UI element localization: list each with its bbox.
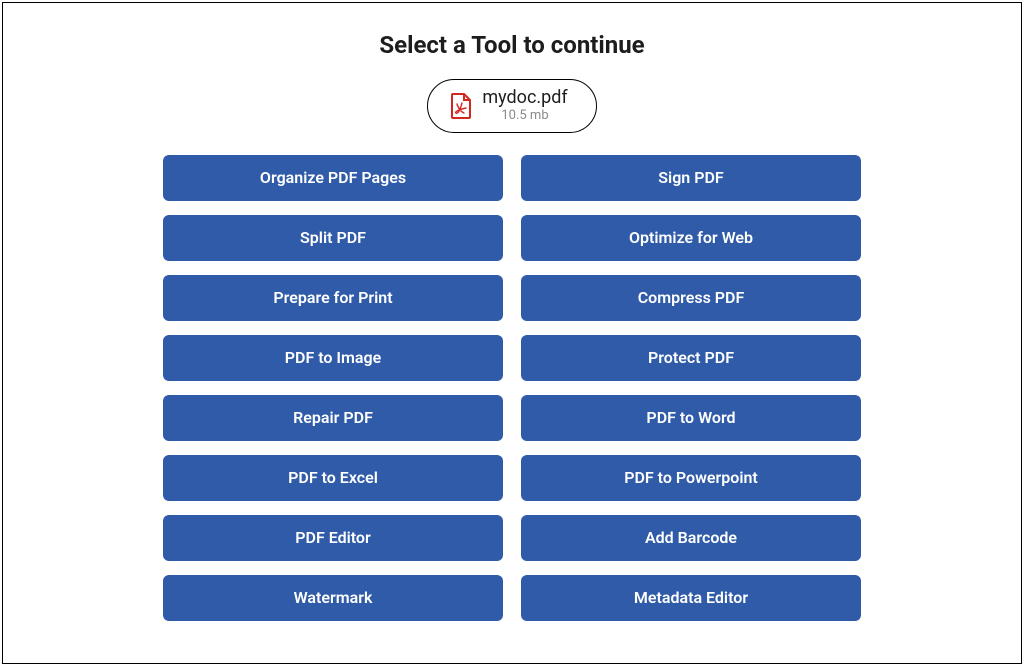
- tool-label: Repair PDF: [293, 408, 373, 427]
- tool-label: Protect PDF: [648, 348, 734, 367]
- tool-label: PDF Editor: [295, 528, 371, 547]
- file-name: mydoc.pdf: [482, 88, 567, 109]
- tool-label: Optimize for Web: [629, 228, 753, 247]
- tool-label: Metadata Editor: [634, 588, 748, 607]
- pdf-file-icon: [450, 93, 472, 119]
- tool-label: Watermark: [294, 588, 373, 607]
- optimize-for-web-button[interactable]: Optimize for Web: [521, 215, 861, 261]
- tool-selection-panel: Select a Tool to continue mydoc.pdf 10.5…: [2, 2, 1022, 664]
- protect-pdf-button[interactable]: Protect PDF: [521, 335, 861, 381]
- sign-pdf-button[interactable]: Sign PDF: [521, 155, 861, 201]
- watermark-button[interactable]: Watermark: [163, 575, 503, 621]
- repair-pdf-button[interactable]: Repair PDF: [163, 395, 503, 441]
- tool-label: Split PDF: [300, 228, 366, 247]
- tool-label: PDF to Powerpoint: [624, 468, 758, 487]
- prepare-for-print-button[interactable]: Prepare for Print: [163, 275, 503, 321]
- file-size: 10.5 mb: [501, 109, 548, 124]
- tool-label: Add Barcode: [645, 528, 737, 547]
- pdf-to-powerpoint-button[interactable]: PDF to Powerpoint: [521, 455, 861, 501]
- split-pdf-button[interactable]: Split PDF: [163, 215, 503, 261]
- pdf-to-excel-button[interactable]: PDF to Excel: [163, 455, 503, 501]
- tool-label: PDF to Excel: [288, 468, 378, 487]
- organize-pdf-pages-button[interactable]: Organize PDF Pages: [163, 155, 503, 201]
- tool-label: Compress PDF: [638, 288, 745, 307]
- file-info: mydoc.pdf 10.5 mb: [482, 88, 567, 124]
- tool-label: Sign PDF: [658, 168, 723, 187]
- tool-label: Organize PDF Pages: [260, 168, 406, 187]
- add-barcode-button[interactable]: Add Barcode: [521, 515, 861, 561]
- pdf-to-image-button[interactable]: PDF to Image: [163, 335, 503, 381]
- metadata-editor-button[interactable]: Metadata Editor: [521, 575, 861, 621]
- file-chip[interactable]: mydoc.pdf 10.5 mb: [427, 79, 596, 133]
- page-title: Select a Tool to continue: [379, 31, 644, 59]
- pdf-editor-button[interactable]: PDF Editor: [163, 515, 503, 561]
- tool-label: Prepare for Print: [273, 288, 392, 307]
- pdf-to-word-button[interactable]: PDF to Word: [521, 395, 861, 441]
- tool-label: PDF to Word: [646, 408, 735, 427]
- compress-pdf-button[interactable]: Compress PDF: [521, 275, 861, 321]
- tool-label: PDF to Image: [285, 348, 381, 367]
- tools-grid: Organize PDF Pages Sign PDF Split PDF Op…: [163, 155, 861, 621]
